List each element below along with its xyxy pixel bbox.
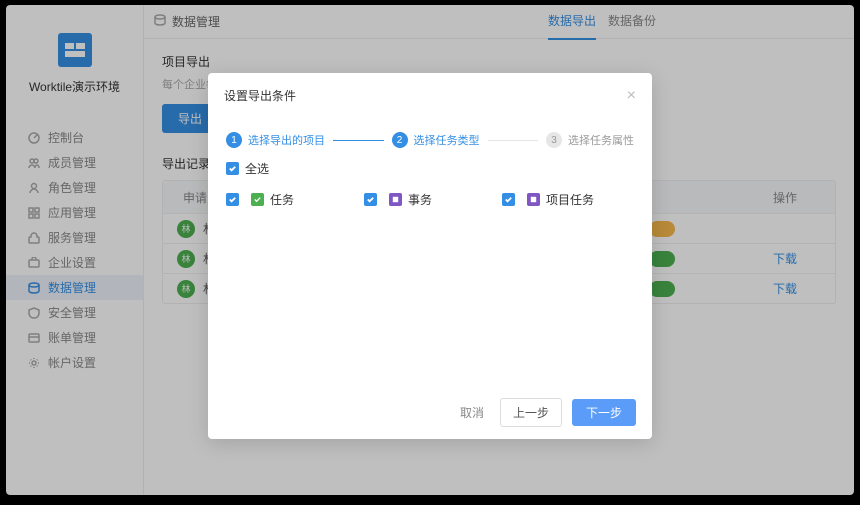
step-number: 1: [226, 132, 242, 148]
modal-body: 全选 任务 事务 项目任务: [208, 160, 652, 386]
step-3: 3 选择任务属性: [546, 132, 634, 148]
type-label: 项目任务: [546, 191, 594, 208]
project-task-type-icon: [527, 193, 540, 206]
check-all-row: 全选: [226, 160, 634, 177]
task-type-list: 任务 事务 项目任务: [226, 191, 634, 208]
prev-button[interactable]: 上一步: [500, 398, 562, 427]
close-icon[interactable]: ×: [627, 88, 636, 104]
step-label: 选择导出的项目: [248, 132, 325, 148]
export-settings-modal: 设置导出条件 × 1 选择导出的项目 2 选择任务类型 3 选择任务属性: [208, 73, 652, 439]
step-connector: [333, 140, 384, 141]
step-label: 选择任务属性: [568, 132, 634, 148]
type-checkbox[interactable]: [226, 193, 239, 206]
type-label: 任务: [270, 191, 294, 208]
check-all-checkbox[interactable]: [226, 162, 239, 175]
step-2: 2 选择任务类型: [392, 132, 480, 148]
type-checkbox[interactable]: [502, 193, 515, 206]
task-type-item: 项目任务: [502, 191, 594, 208]
type-checkbox[interactable]: [364, 193, 377, 206]
step-connector: [488, 140, 539, 141]
step-number: 3: [546, 132, 562, 148]
task-type-item: 事务: [364, 191, 432, 208]
transaction-type-icon: [389, 193, 402, 206]
step-number: 2: [392, 132, 408, 148]
modal-title: 设置导出条件: [224, 87, 296, 104]
cancel-button[interactable]: 取消: [454, 399, 490, 426]
type-label: 事务: [408, 191, 432, 208]
step-label: 选择任务类型: [414, 132, 480, 148]
stepper: 1 选择导出的项目 2 选择任务类型 3 选择任务属性: [208, 114, 652, 160]
task-type-icon: [251, 193, 264, 206]
modal-header: 设置导出条件 ×: [208, 73, 652, 114]
step-1: 1 选择导出的项目: [226, 132, 325, 148]
modal-footer: 取消 上一步 下一步: [208, 386, 652, 439]
task-type-item: 任务: [226, 191, 294, 208]
modal-overlay: 设置导出条件 × 1 选择导出的项目 2 选择任务类型 3 选择任务属性: [6, 5, 854, 495]
next-button[interactable]: 下一步: [572, 399, 636, 426]
check-all-label: 全选: [245, 160, 269, 177]
